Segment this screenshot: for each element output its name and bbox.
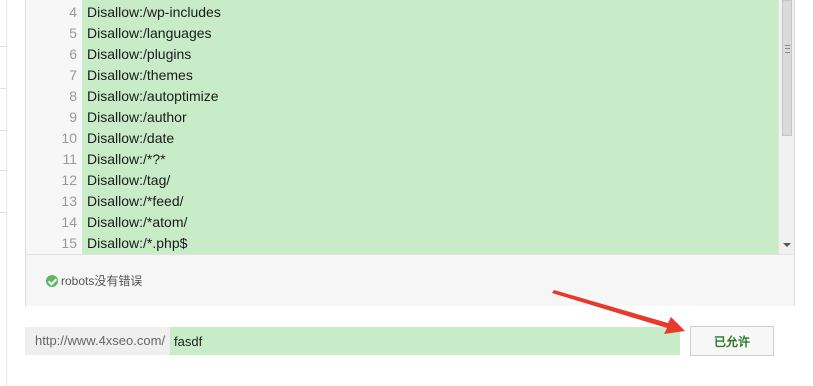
robots-editor-panel: 4 Disallow:/wp-includes 5 Disallow:/lang…: [25, 0, 795, 306]
line-text: Disallow:/wp-includes: [87, 4, 221, 20]
line-text: Disallow:/*?*: [87, 151, 166, 167]
grip-icon: [785, 45, 790, 53]
line-number: 9: [69, 109, 77, 125]
left-edge-mark: [0, 88, 6, 89]
code-line[interactable]: 4 Disallow:/wp-includes: [26, 2, 778, 23]
left-edge-mark: [0, 212, 6, 213]
line-number: 5: [69, 25, 77, 41]
annotation-arrow-shape: [552, 290, 685, 334]
line-text: Disallow:/*atom/: [87, 214, 188, 230]
line-text: Disallow:/date: [87, 130, 175, 146]
line-text: Disallow:/*.php$: [87, 235, 188, 251]
url-prefix-label: http://www.4xseo.com/: [25, 327, 170, 355]
code-line[interactable]: 9 Disallow:/author: [26, 107, 778, 128]
line-number: 13: [61, 193, 77, 209]
validation-status-text: robots没有错误: [61, 274, 143, 288]
code-line[interactable]: 13 Disallow:/*feed/: [26, 191, 778, 212]
line-text: Disallow:/*feed/: [87, 193, 184, 209]
code-line[interactable]: 8 Disallow:/autoptimize: [26, 86, 778, 107]
code-line[interactable]: 10 Disallow:/date: [26, 128, 778, 149]
line-text: Disallow:/plugins: [87, 46, 192, 62]
line-number: 14: [61, 214, 77, 230]
line-number: 6: [69, 46, 77, 62]
line-text: Disallow:/author: [87, 109, 187, 125]
line-number: 8: [69, 88, 77, 104]
line-number: 15: [61, 235, 77, 251]
line-text: Disallow:/tag/: [87, 172, 171, 188]
line-number: 10: [61, 130, 77, 146]
scroll-down-icon[interactable]: [783, 243, 791, 247]
code-line[interactable]: 6 Disallow:/plugins: [26, 44, 778, 65]
line-text: Disallow:/languages: [87, 25, 212, 41]
left-edge-mark: [0, 170, 6, 171]
line-text: Disallow:/themes: [87, 67, 193, 83]
line-number: 11: [62, 151, 77, 167]
code-line[interactable]: 5 Disallow:/languages: [26, 23, 778, 44]
code-line[interactable]: 14 Disallow:/*atom/: [26, 212, 778, 233]
annotation-arrow-icon: [552, 290, 685, 334]
code-line[interactable]: 12 Disallow:/tag/: [26, 170, 778, 191]
code-line[interactable]: 15 Disallow:/*.php$: [26, 233, 778, 254]
left-edge-border: [0, 0, 7, 386]
code-line[interactable]: 7 Disallow:/themes: [26, 65, 778, 86]
line-number: 7: [69, 67, 77, 83]
robots-code-editor[interactable]: 4 Disallow:/wp-includes 5 Disallow:/lang…: [26, 0, 794, 254]
left-edge-mark: [0, 130, 6, 131]
code-line[interactable]: 11 Disallow:/*?*: [26, 149, 778, 170]
left-edge-mark: [0, 46, 6, 47]
editor-scrollbar[interactable]: [778, 0, 794, 254]
line-text: Disallow:/autoptimize: [87, 88, 219, 104]
scrollbar-thumb[interactable]: [782, 0, 792, 136]
line-number: 12: [61, 172, 77, 188]
check-circle-icon: [46, 275, 58, 287]
line-number: 4: [69, 4, 77, 20]
